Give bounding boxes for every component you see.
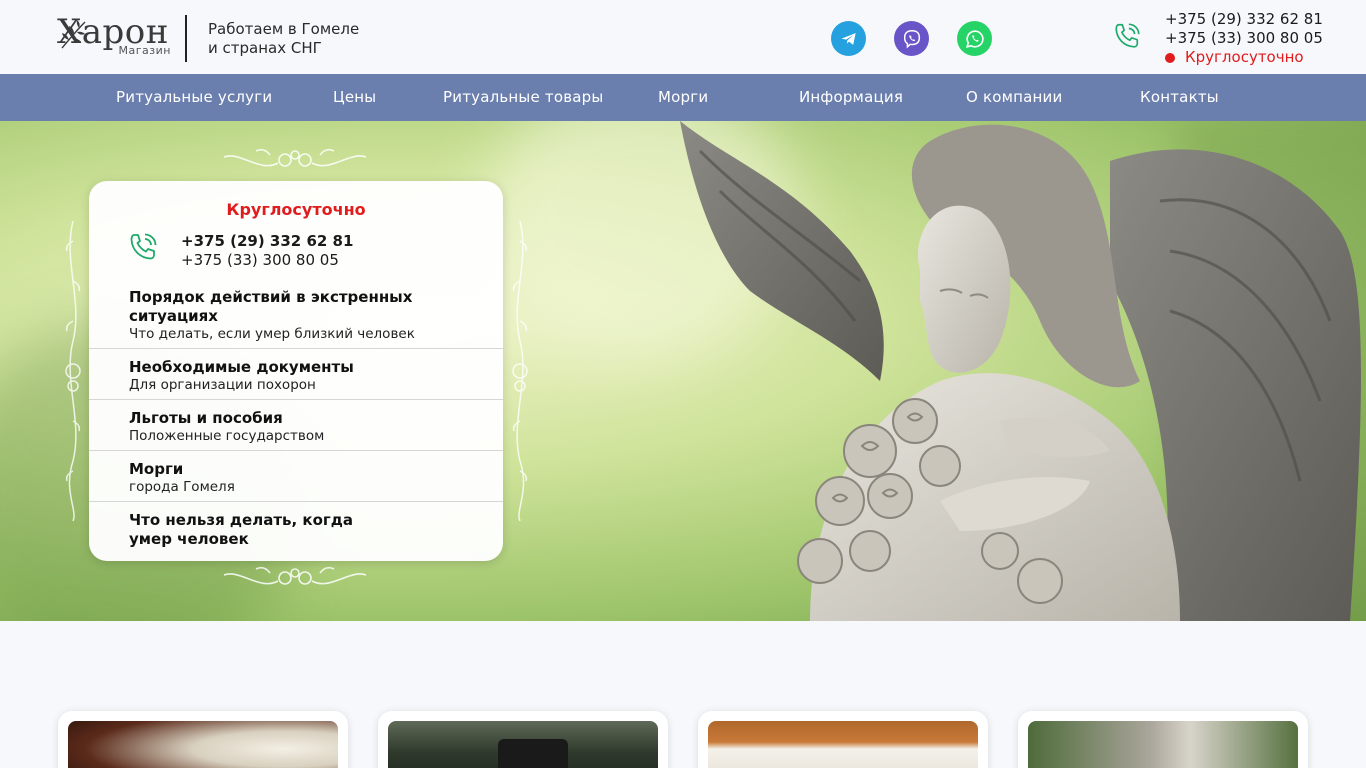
card-item-title: Морги (129, 460, 184, 478)
viber-icon (903, 29, 920, 48)
service-card-image (708, 721, 978, 768)
card-phone-1[interactable]: +375 (29) 332 62 81 (181, 232, 353, 251)
ornament-bottom-decoration (223, 566, 367, 585)
divider (89, 501, 503, 502)
ornament-right-decoration (512, 221, 528, 521)
service-card-funeral[interactable] (58, 711, 348, 768)
divider (89, 399, 503, 400)
emergency-info-card: Круглосуточно +375 (29) 332 62 81 +375 (… (89, 181, 503, 561)
service-card-coffins[interactable] (698, 711, 988, 768)
service-card-statues[interactable] (1018, 711, 1308, 768)
card-item-what-not-to-do[interactable]: Что нельзя делать, когда умер человек (89, 511, 503, 549)
tagline-line-1: Работаем в Гомеле (208, 20, 360, 38)
header-phone-1[interactable]: +375 (29) 332 62 81 (1165, 10, 1323, 29)
nav-item-ritual-goods[interactable]: Ритуальные товары (443, 88, 603, 106)
logo[interactable]: Харон Магазин (57, 10, 175, 62)
divider (89, 348, 503, 349)
card-item-subtitle: Положенные государством (129, 428, 325, 444)
card-item-title: умер человек (129, 530, 249, 548)
divider (89, 450, 503, 451)
phone-icon (1115, 23, 1140, 48)
logo-subtitle: Магазин (118, 44, 171, 57)
card-phones: +375 (29) 332 62 81 +375 (33) 300 80 05 (181, 232, 353, 270)
tagline: Работаем в Гомеле и странах СНГ (208, 20, 359, 58)
nav-item-contacts[interactable]: Контакты (1140, 88, 1219, 106)
card-item-title: Льготы и пособия (129, 409, 283, 427)
card-item-documents[interactable]: Необходимые документы Для организации по… (89, 358, 503, 394)
main-nav: Ритуальные услуги Цены Ритуальные товары… (0, 74, 1366, 121)
ornament-top-decoration (223, 148, 367, 167)
card-item-subtitle: Для организации похорон (129, 377, 316, 393)
ornament-left-decoration (65, 221, 81, 521)
card-item-subtitle: города Гомеля (129, 479, 235, 495)
logo-branch-icon (61, 20, 86, 49)
availability-text: Круглосуточно (1185, 48, 1304, 66)
card-availability: Круглосуточно (226, 200, 366, 219)
card-item-morgues[interactable]: Морги города Гомеля (89, 460, 503, 496)
status-dot-icon (1165, 52, 1175, 63)
header-contacts: +375 (29) 332 62 81 +375 (33) 300 80 05 … (1165, 10, 1323, 67)
phone-icon (130, 233, 157, 260)
card-item-title: Необходимые документы (129, 358, 354, 376)
logo-divider (185, 15, 187, 62)
service-card-monuments[interactable] (378, 711, 668, 768)
whatsapp-icon (965, 29, 984, 48)
card-phone-2[interactable]: +375 (33) 300 80 05 (181, 251, 353, 270)
telegram-icon (841, 32, 856, 45)
service-card-image (388, 721, 658, 768)
card-item-title: ситуациях (129, 307, 218, 325)
service-card-image (68, 721, 338, 768)
angel-statue-image (680, 121, 1361, 621)
nav-item-about[interactable]: О компании (966, 88, 1062, 106)
viber-button[interactable] (894, 21, 929, 56)
nav-item-morgues[interactable]: Морги (658, 88, 708, 106)
header-phone-2[interactable]: +375 (33) 300 80 05 (1165, 29, 1323, 48)
hero-banner: Круглосуточно +375 (29) 332 62 81 +375 (… (0, 121, 1366, 621)
tagline-line-2: и странах СНГ (208, 39, 322, 57)
card-item-emergency-actions[interactable]: Порядок действий в экстренных ситуациях … (89, 288, 503, 343)
nav-item-information[interactable]: Информация (799, 88, 903, 106)
card-item-title: Порядок действий в экстренных (129, 288, 413, 306)
card-item-subtitle: Что делать, если умер близкий человек (129, 326, 415, 342)
nav-item-prices[interactable]: Цены (333, 88, 376, 106)
card-item-title: Что нельзя делать, когда (129, 511, 353, 529)
telegram-button[interactable] (831, 21, 866, 56)
card-item-benefits[interactable]: Льготы и пособия Положенные государством (89, 409, 503, 445)
service-card-image (1028, 721, 1298, 768)
whatsapp-button[interactable] (957, 21, 992, 56)
availability-status: Круглосуточно (1165, 48, 1323, 67)
nav-item-ritual-services[interactable]: Ритуальные услуги (116, 88, 272, 106)
monument-shape (498, 739, 568, 768)
site-header: Харон Магазин Работаем в Гомеле и страна… (0, 0, 1366, 74)
